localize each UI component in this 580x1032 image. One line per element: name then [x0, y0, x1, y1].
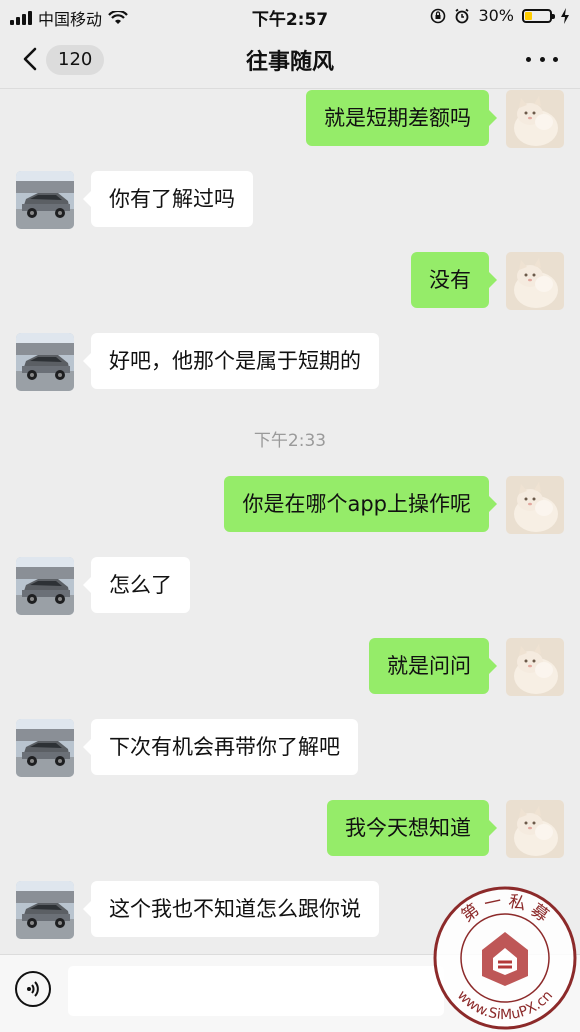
message-timestamp: 下午2:33 [253, 431, 327, 451]
watermark-seal: 第 一 私 募 www.SiMuPX.cn [433, 886, 577, 1030]
message-received: 好吧，他那个是属于短期的 [16, 333, 379, 391]
contact-avatar[interactable] [16, 171, 74, 229]
self-avatar[interactable] [506, 90, 564, 148]
message-sent: 就是短期差额吗 [306, 90, 564, 148]
alarm-icon [455, 8, 469, 23]
status-bar: 中国移动 下午2:57 30% [0, 0, 580, 30]
contact-avatar[interactable] [16, 557, 74, 615]
message-received: 你有了解过吗 [16, 171, 253, 229]
more-dots-icon[interactable] [526, 52, 558, 66]
message-sent: 没有 [411, 252, 564, 310]
self-avatar[interactable] [506, 476, 564, 534]
battery-percent: 30% [478, 6, 514, 25]
battery-icon [522, 8, 555, 23]
self-avatar[interactable] [506, 252, 564, 310]
message-bubble[interactable]: 就是短期差额吗 [306, 90, 497, 146]
message-bubble[interactable]: 好吧，他那个是属于短期的 [83, 333, 379, 389]
message-bubble[interactable]: 下次有机会再带你了解吧 [83, 719, 358, 775]
message-bubble[interactable]: 我今天想知道 [327, 800, 497, 856]
message-bubble[interactable]: 你是在哪个app上操作呢 [224, 476, 497, 532]
chat-header: 120 往事随风 [0, 30, 580, 89]
message-sent: 我今天想知道 [327, 800, 564, 858]
contact-avatar[interactable] [16, 881, 74, 939]
message-sent: 你是在哪个app上操作呢 [224, 476, 564, 534]
self-avatar[interactable] [506, 800, 564, 858]
message-bubble[interactable]: 你有了解过吗 [83, 171, 253, 227]
message-input[interactable] [68, 966, 444, 1016]
message-list[interactable]: 就是短期差额吗 你有了解过吗 没有 好吧，他那个是属于短期的 下午2:33 你是… [0, 89, 580, 954]
self-avatar[interactable] [506, 638, 564, 696]
message-received: 这个我也不知道怎么跟你说 [16, 881, 379, 939]
chat-title: 往事随风 [245, 50, 334, 75]
message-bubble[interactable]: 怎么了 [83, 557, 190, 613]
charging-icon [561, 7, 569, 24]
contact-avatar[interactable] [16, 333, 74, 391]
message-received: 下次有机会再带你了解吧 [16, 719, 358, 777]
message-bubble[interactable]: 没有 [411, 252, 497, 308]
contact-avatar[interactable] [16, 719, 74, 777]
message-bubble[interactable]: 这个我也不知道怎么跟你说 [83, 881, 379, 937]
message-received: 怎么了 [16, 557, 190, 615]
message-bubble[interactable]: 就是问问 [369, 638, 497, 694]
message-sent: 就是问问 [369, 638, 564, 696]
voice-icon[interactable] [15, 971, 51, 1007]
rotation-lock-icon [431, 8, 446, 23]
